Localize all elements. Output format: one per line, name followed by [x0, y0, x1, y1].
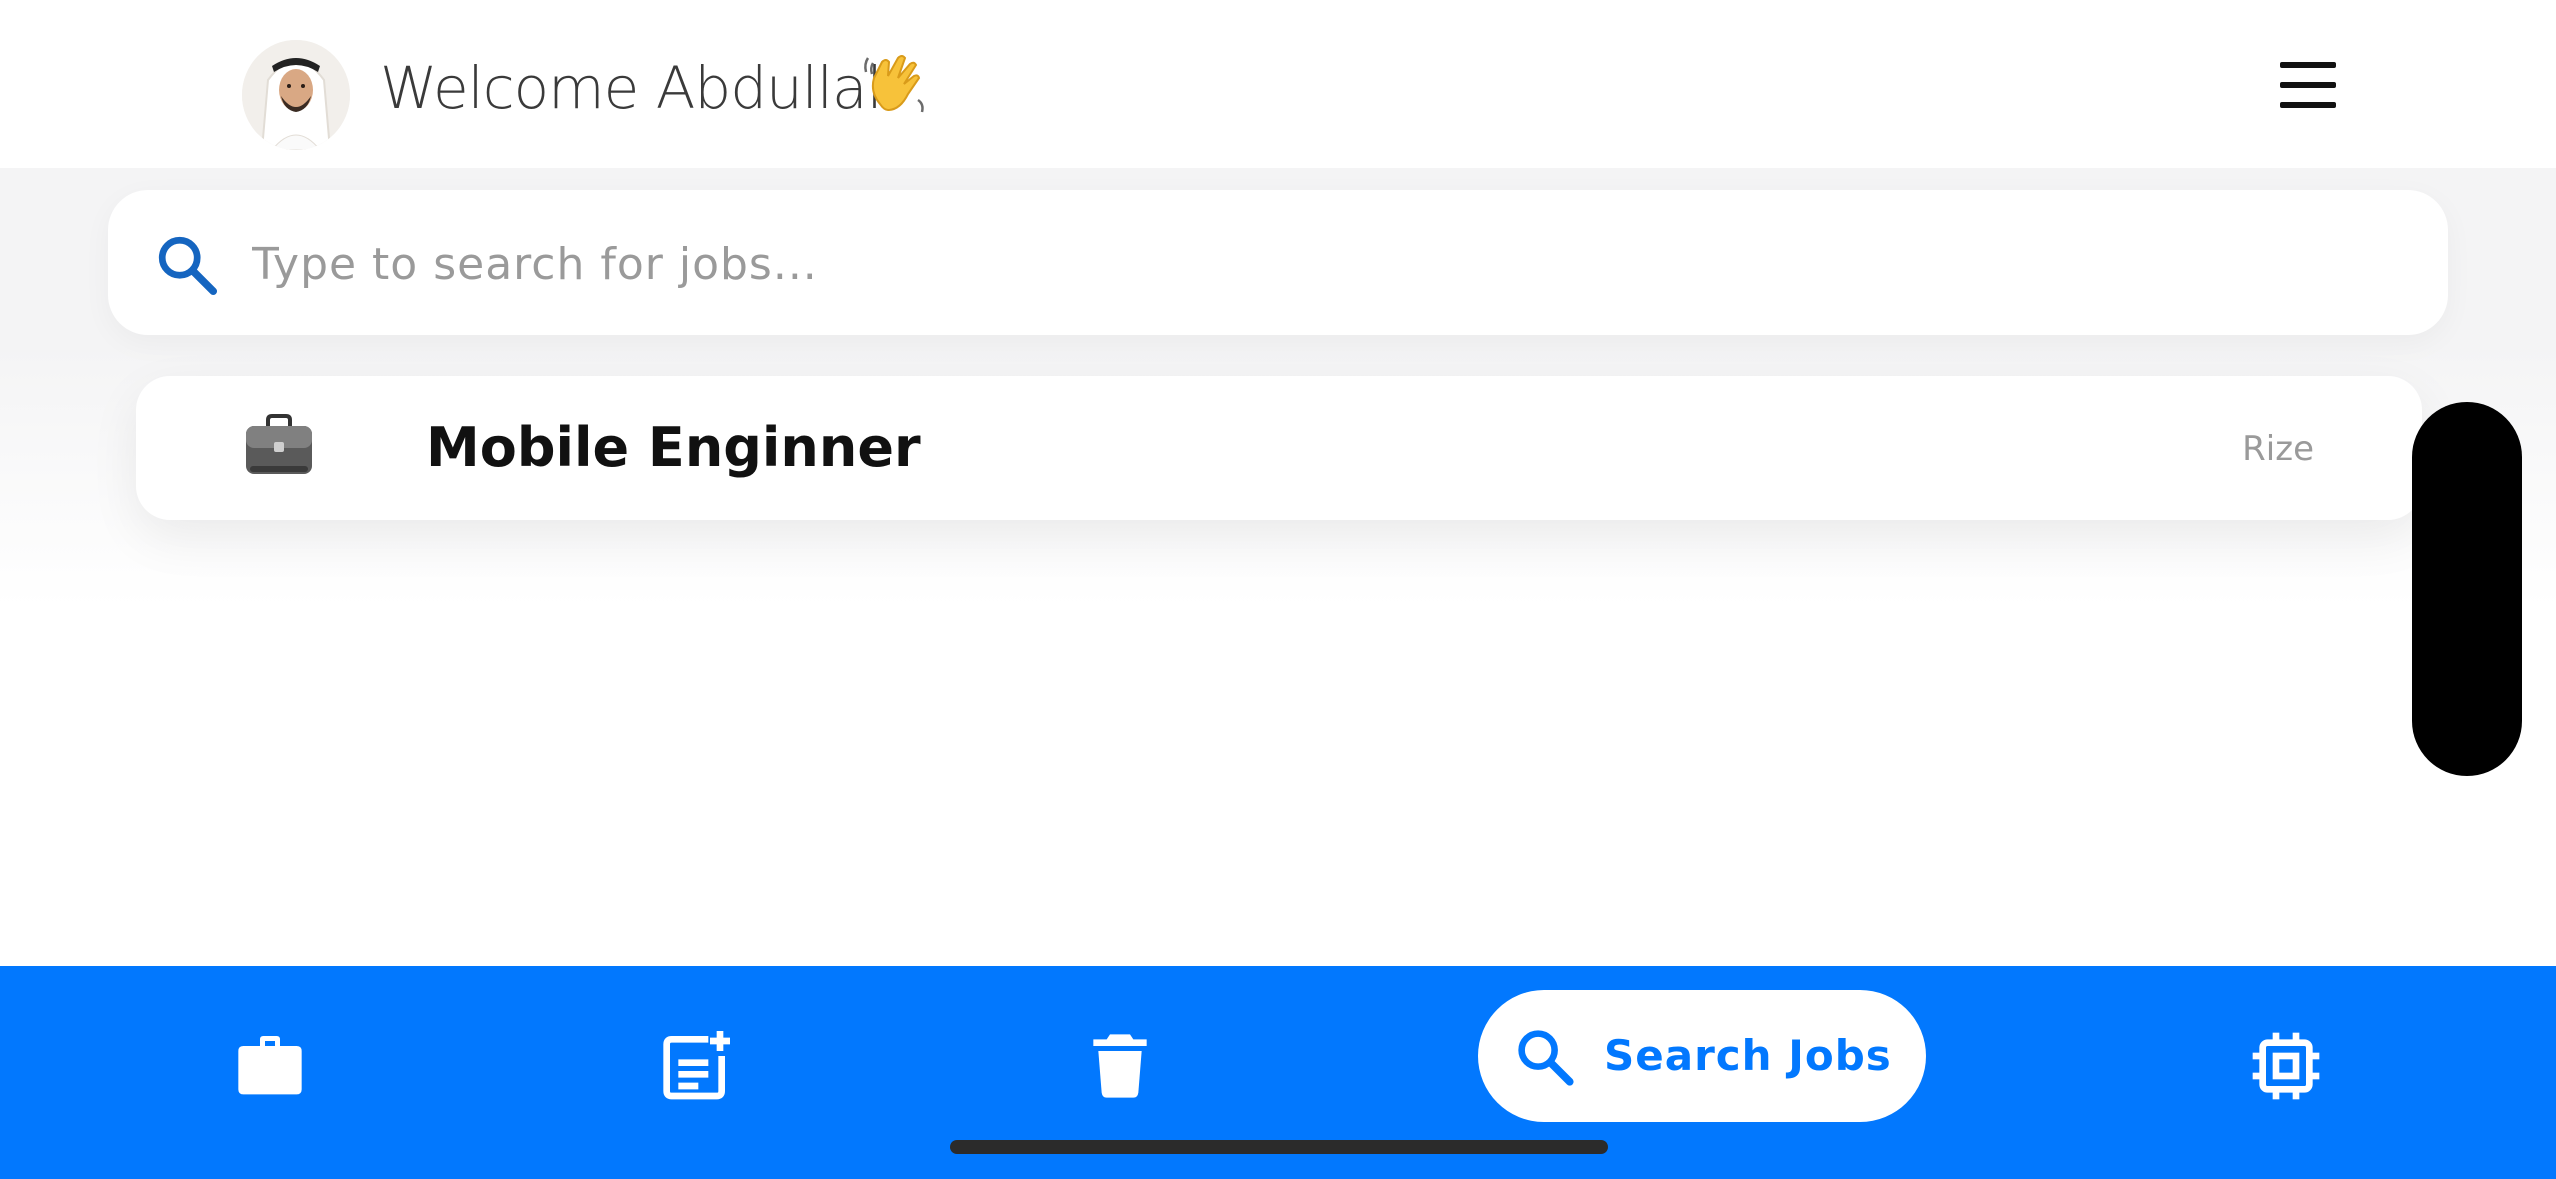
trash-icon [1093, 1034, 1147, 1098]
nav-delete[interactable] [1080, 1026, 1160, 1106]
nav-search-jobs-label: Search Jobs [1604, 1031, 1892, 1080]
add-post-icon [663, 1031, 730, 1100]
search-icon [1512, 1024, 1578, 1090]
job-company: Rize [2242, 429, 2314, 469]
briefcase-icon [242, 414, 316, 478]
nav-post-job[interactable] [655, 1026, 735, 1106]
waving-hand-icon [858, 48, 930, 120]
search-icon [152, 230, 222, 300]
header: Welcome Abdullah [0, 0, 2556, 168]
chip-icon [2252, 1032, 2320, 1100]
user-avatar[interactable] [242, 40, 350, 150]
nav-search-jobs[interactable]: Search Jobs [1478, 990, 1926, 1122]
job-list-item[interactable]: Mobile Enginner Rize [136, 376, 2422, 520]
side-handle[interactable] [2412, 402, 2522, 776]
briefcase-icon [238, 1036, 302, 1095]
search-input[interactable] [250, 220, 2404, 308]
nav-jobs[interactable] [230, 1026, 310, 1106]
search-bar[interactable] [108, 190, 2448, 335]
menu-line [2280, 102, 2336, 108]
menu-line [2280, 82, 2336, 88]
app-screen: Welcome Abdullah Type to search for jobs… [0, 0, 2556, 1179]
menu-line [2280, 62, 2336, 68]
welcome-title: Welcome Abdullah [380, 54, 903, 122]
nav-settings[interactable] [2246, 1026, 2326, 1106]
bottom-navigation: Search Jobs [0, 966, 2556, 1179]
hamburger-menu-icon[interactable] [2272, 58, 2344, 112]
job-title: Mobile Enginner [426, 416, 921, 479]
home-indicator [950, 1140, 1608, 1154]
